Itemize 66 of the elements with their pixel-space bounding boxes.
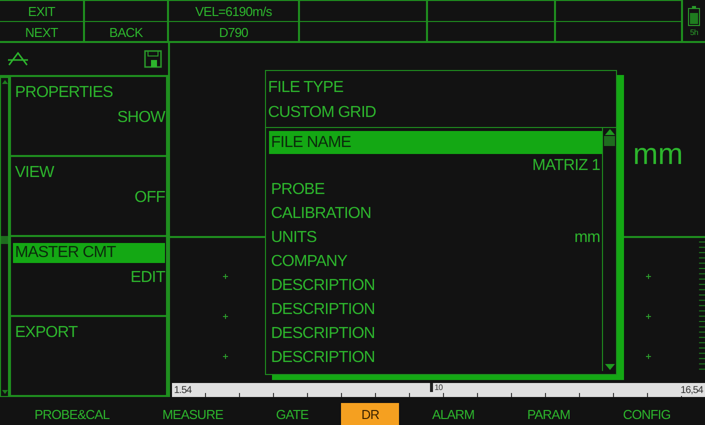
- tab[interactable]: DR: [341, 403, 400, 425]
- list-item-label: DESCRIPTION: [271, 349, 375, 367]
- scrollbar[interactable]: [602, 128, 616, 371]
- plus-icon: [646, 274, 651, 279]
- list-item[interactable]: CALIBRATION: [269, 202, 602, 226]
- next-button[interactable]: NEXT: [0, 21, 85, 43]
- exit-button[interactable]: EXIT: [0, 0, 85, 21]
- menu-item[interactable]: MASTER CMT EDIT: [9, 237, 168, 317]
- dialog-heading: FILE TYPE: [268, 78, 344, 98]
- list-item-label: COMPANY: [271, 253, 348, 271]
- scroll-up-icon[interactable]: [0, 78, 8, 86]
- battery-icon: [688, 6, 700, 26]
- plus-icon: [223, 354, 228, 359]
- menu-item[interactable]: EXPORT: [9, 317, 168, 397]
- list-item[interactable]: COMPANY: [269, 250, 602, 274]
- menu-item-value: SHOW: [117, 109, 165, 127]
- list-item[interactable]: FILE NAME: [269, 131, 602, 154]
- menu-item-value: OFF: [134, 189, 165, 207]
- list-item-value: mm: [574, 229, 600, 247]
- list-item-label: DESCRIPTION: [271, 277, 375, 295]
- plus-icon: [646, 314, 651, 319]
- dialog-heading: CUSTOM GRID: [268, 103, 377, 123]
- file-name-value: MATRIZ 1: [531, 156, 601, 176]
- tab[interactable]: MEASURE: [142, 403, 244, 425]
- menu-item[interactable]: VIEW OFF: [9, 157, 168, 237]
- list-item[interactable]: UNITS mm: [269, 226, 602, 250]
- ruler-start: 1.54: [174, 384, 192, 396]
- battery-time: 5h: [690, 28, 698, 37]
- velocity-readout: VEL=6190m/s: [169, 0, 300, 21]
- list-item-label: CALIBRATION: [271, 205, 371, 223]
- probe-readout: D790: [169, 21, 300, 43]
- list-item-label: UNITS: [271, 229, 316, 247]
- menu-item-label: PROPERTIES: [14, 83, 114, 103]
- tab[interactable]: PARAM: [507, 403, 590, 425]
- list-item[interactable]: DESCRIPTION: [269, 298, 602, 322]
- list-item[interactable]: DESCRIPTION: [269, 322, 602, 346]
- menu-item[interactable]: PROPERTIES SHOW: [9, 77, 168, 157]
- plus-icon: [223, 274, 228, 279]
- save-icon[interactable]: [144, 50, 162, 68]
- ruler-middle: 10: [430, 383, 442, 392]
- list-item-label: DESCRIPTION: [271, 301, 375, 319]
- list-item-label: PROBE: [271, 181, 325, 199]
- menu-item-label: VIEW: [14, 163, 56, 183]
- scroll-thumb[interactable]: [1, 236, 8, 244]
- scrollbar[interactable]: [0, 77, 9, 397]
- scroll-up-icon[interactable]: [604, 128, 616, 136]
- menu-item-value: EDIT: [130, 269, 165, 287]
- unit-display: mm: [633, 138, 683, 172]
- back-button[interactable]: BACK: [85, 21, 169, 43]
- menu-item-label: MASTER CMT: [13, 243, 165, 263]
- list-item[interactable]: PROBE: [269, 178, 602, 202]
- plus-icon: [223, 314, 228, 319]
- tab[interactable]: CONFIG: [602, 403, 691, 425]
- waveform-icon: [8, 52, 28, 66]
- tab[interactable]: GATE: [256, 403, 328, 425]
- list-item[interactable]: DESCRIPTION: [269, 274, 602, 298]
- ruler-end: 16,54: [680, 384, 703, 396]
- tab[interactable]: PROBE&CAL: [14, 403, 130, 425]
- scroll-thumb[interactable]: [604, 136, 615, 146]
- plus-icon: [646, 354, 651, 359]
- scroll-down-icon[interactable]: [604, 363, 616, 371]
- list-item[interactable]: DESCRIPTION: [269, 346, 602, 370]
- tab[interactable]: ALARM: [412, 403, 494, 425]
- menu-item-label: EXPORT: [14, 323, 79, 343]
- scroll-down-icon[interactable]: [0, 388, 8, 396]
- list-item-label: DESCRIPTION: [271, 325, 375, 343]
